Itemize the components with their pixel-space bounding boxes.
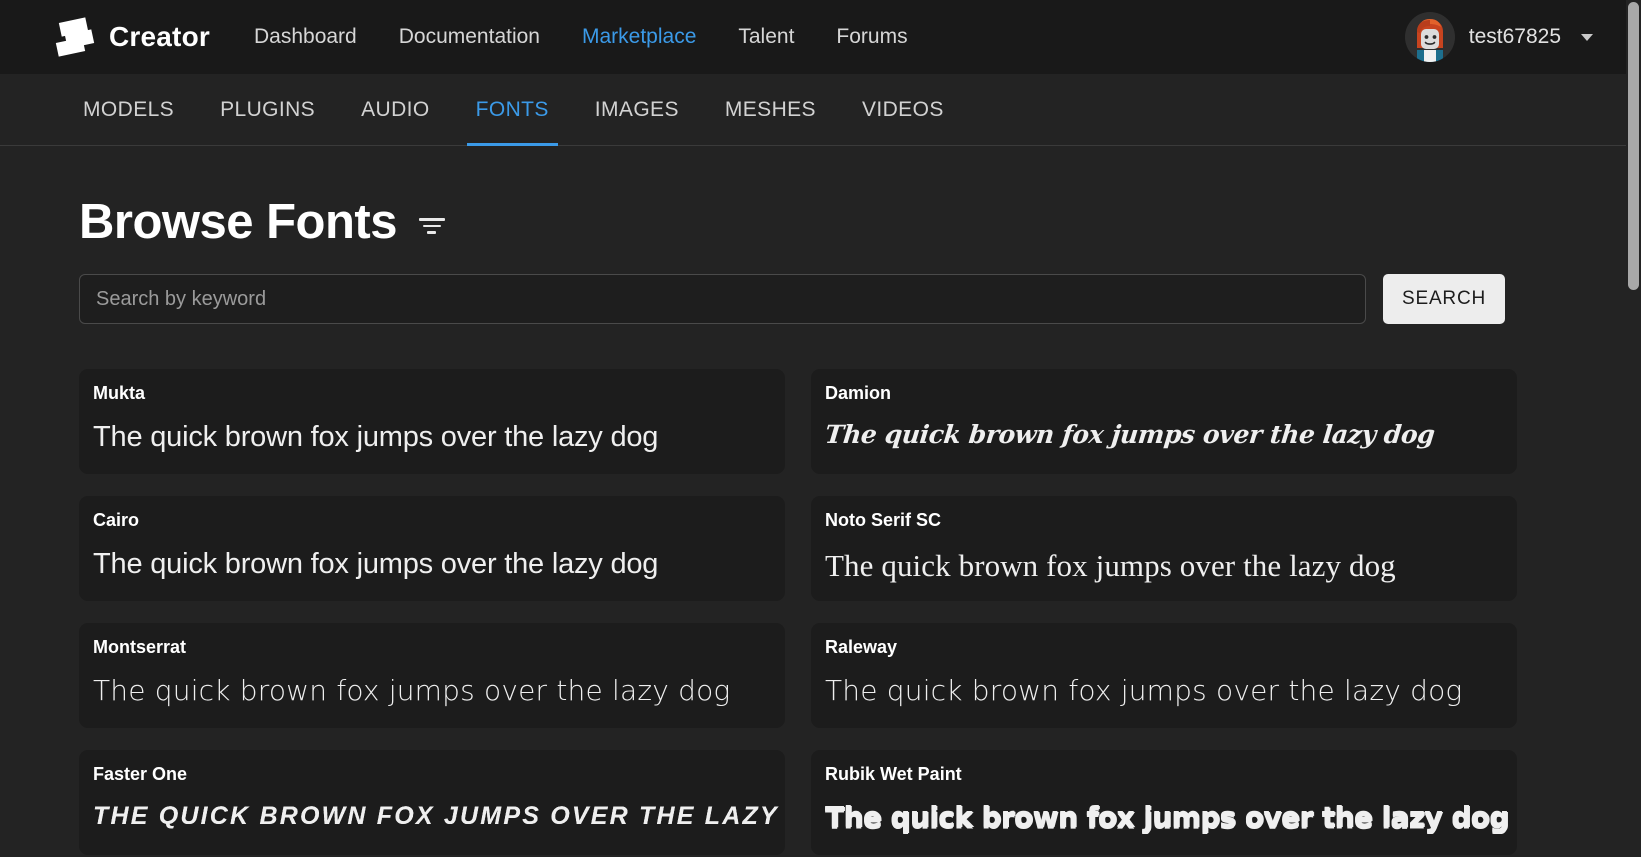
font-card-name: Mukta: [93, 383, 146, 403]
user-avatar: [1404, 12, 1455, 62]
font-card[interactable]: Rubik Wet Paint The quick brown fox jumps…: [811, 750, 1517, 855]
font-card-sample: The quick brown fox jumps over the lazy …: [93, 420, 659, 453]
font-card-name: Rubik Wet Paint: [825, 764, 962, 784]
brand-name: Creator: [109, 21, 210, 52]
chevron-down-icon[interactable]: [1581, 33, 1593, 41]
tab-fonts[interactable]: FONTS: [453, 74, 572, 146]
search-row: SEARCH: [0, 250, 1641, 324]
nav-item-talent[interactable]: Talent: [738, 25, 794, 49]
tab-plugins[interactable]: PLUGINS: [197, 74, 338, 146]
username-label: test67825: [1468, 25, 1561, 48]
page-header: Browse Fonts: [0, 146, 1641, 250]
font-card[interactable]: Montserrat The quick brown fox jumps over…: [79, 623, 785, 728]
nav-item-forums[interactable]: Forums: [836, 25, 907, 49]
top-navigation-bar: Creator Dashboard Documentation Marketpl…: [0, 0, 1641, 74]
browse-fonts-page: Browse Fonts SEARCH Mukta The quick brown…: [0, 146, 1641, 857]
tab-models[interactable]: MODELS: [60, 74, 197, 146]
filter-icon[interactable]: [418, 216, 445, 236]
font-card[interactable]: Raleway The quick brown fox jumps over th…: [811, 623, 1517, 728]
scrollbar-thumb[interactable]: [1628, 2, 1639, 290]
font-card[interactable]: Mukta The quick brown fox jumps over the …: [79, 369, 785, 474]
font-card[interactable]: Damion The quick brown fox jumps over the…: [811, 369, 1517, 474]
nav-item-dashboard[interactable]: Dashboard: [254, 25, 357, 49]
search-button[interactable]: SEARCH: [1383, 274, 1505, 324]
font-card-sample: The quick brown fox jumps over the lazy …: [93, 547, 659, 580]
font-card-sample: The quick brown fox jumps over the lazy …: [825, 801, 1509, 834]
font-card[interactable]: Noto Serif SC The quick brown fox jumps o…: [811, 496, 1517, 601]
roblox-studio-logo-icon: [55, 16, 95, 58]
font-card-sample: The quick brown fox jumps over the lazy …: [825, 547, 1396, 583]
font-card-name: Cairo: [93, 510, 140, 530]
font-card-name: Raleway: [825, 637, 898, 657]
page-scrollbar[interactable]: [1626, 0, 1641, 857]
primary-nav: Dashboard Documentation Marketplace Tale…: [254, 25, 908, 49]
font-card-sample: The quick brown fox jumps over the lazy …: [93, 674, 731, 707]
font-card-name: Faster One: [93, 764, 188, 784]
font-card-name: Damion: [825, 383, 892, 403]
nav-item-documentation[interactable]: Documentation: [399, 25, 540, 49]
user-menu[interactable]: test67825: [1404, 0, 1593, 74]
tab-meshes[interactable]: MESHES: [702, 74, 839, 146]
font-card-name: Montserrat: [93, 637, 187, 657]
font-card-sample: The quick brown fox jumps over the lazy …: [825, 674, 1463, 707]
font-card-sample: The quick brown fox jumps over the lazy …: [93, 801, 785, 830]
font-card[interactable]: Cairo The quick brown fox jumps over the …: [79, 496, 785, 601]
tab-images[interactable]: IMAGES: [572, 74, 702, 146]
tab-audio[interactable]: AUDIO: [338, 74, 453, 146]
page-title: Browse Fonts: [79, 195, 397, 249]
search-input[interactable]: [79, 274, 1366, 324]
category-tab-strip: MODELS PLUGINS AUDIO FONTS IMAGES MESHES…: [0, 74, 1641, 146]
font-card[interactable]: Faster One The quick brown fox jumps over…: [79, 750, 785, 855]
tab-videos[interactable]: VIDEOS: [839, 74, 967, 146]
font-card-name: Noto Serif SC: [825, 510, 942, 530]
font-card-grid: Mukta The quick brown fox jumps over the …: [0, 324, 1641, 855]
nav-item-marketplace[interactable]: Marketplace: [582, 25, 696, 49]
font-card-sample: The quick brown fox jumps over the lazy …: [823, 420, 1436, 449]
brand-home-link[interactable]: Creator: [55, 16, 210, 58]
